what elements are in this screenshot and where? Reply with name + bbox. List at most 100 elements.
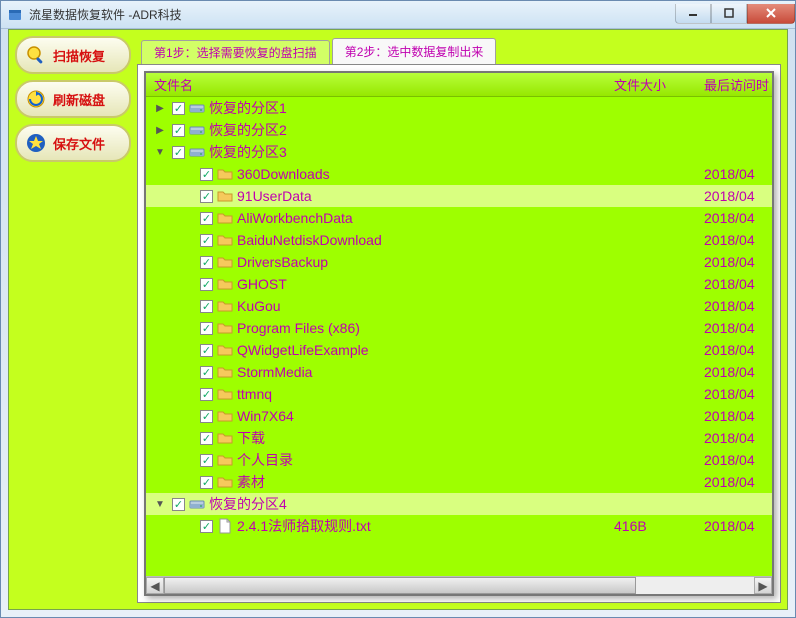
checkbox[interactable] <box>200 212 213 225</box>
checkbox[interactable] <box>172 498 185 511</box>
file-list: 文件名 文件大小 最后访问时 ▶恢复的分区1▶恢复的分区2▼恢复的分区3360D… <box>144 71 774 596</box>
column-size[interactable]: 文件大小 <box>614 75 704 94</box>
item-date: 2018/04 <box>704 452 772 468</box>
checkbox[interactable] <box>200 432 213 445</box>
tree-row[interactable]: Program Files (x86)2018/04 <box>146 317 772 339</box>
folder-icon <box>217 210 233 226</box>
tree-row[interactable]: 下载 2018/04 <box>146 427 772 449</box>
folder-icon <box>217 386 233 402</box>
item-date: 2018/04 <box>704 408 772 424</box>
item-name: ttmnq <box>237 386 614 402</box>
tree-row[interactable]: ▶恢复的分区2 <box>146 119 772 141</box>
item-date: 2018/04 <box>704 430 772 446</box>
checkbox[interactable] <box>172 124 185 137</box>
item-name: StormMedia <box>237 364 614 380</box>
checkbox[interactable] <box>200 520 213 533</box>
checkbox[interactable] <box>200 344 213 357</box>
collapse-icon[interactable]: ▼ <box>154 498 166 510</box>
expander-placeholder <box>182 322 194 334</box>
tree-row[interactable]: KuGou2018/04 <box>146 295 772 317</box>
item-date: 2018/04 <box>704 188 772 204</box>
checkbox[interactable] <box>200 168 213 181</box>
expand-icon[interactable]: ▶ <box>154 102 166 114</box>
checkbox[interactable] <box>200 366 213 379</box>
item-name: DriversBackup <box>237 254 614 270</box>
column-name[interactable]: 文件名 <box>146 75 614 94</box>
tab-panel: 文件名 文件大小 最后访问时 ▶恢复的分区1▶恢复的分区2▼恢复的分区3360D… <box>137 64 781 603</box>
tree-row[interactable]: DriversBackup 2018/04 <box>146 251 772 273</box>
star-icon <box>25 132 47 154</box>
item-date: 2018/04 <box>704 386 772 402</box>
close-button[interactable] <box>747 4 795 24</box>
sidebar: 扫描恢复 刷新磁盘 保存文件 <box>15 36 131 603</box>
scroll-left-arrow[interactable]: ◀ <box>146 577 164 594</box>
tree-row[interactable]: ▶恢复的分区1 <box>146 97 772 119</box>
titlebar[interactable]: 流星数据恢复软件 -ADR科技 <box>1 1 795 29</box>
tree-row[interactable]: StormMedia2018/04 <box>146 361 772 383</box>
tree-row[interactable]: BaiduNetdiskDownload2018/04 <box>146 229 772 251</box>
file-icon <box>217 518 233 534</box>
checkbox[interactable] <box>200 256 213 269</box>
minimize-button[interactable] <box>675 4 711 24</box>
checkbox[interactable] <box>172 146 185 159</box>
expander-placeholder <box>182 344 194 356</box>
magnifier-icon <box>25 44 47 66</box>
item-date: 2018/04 <box>704 518 772 534</box>
checkbox[interactable] <box>200 388 213 401</box>
tree-row[interactable]: QWidgetLifeExample2018/04 <box>146 339 772 361</box>
checkbox[interactable] <box>172 102 185 115</box>
tree-row[interactable]: Win7X642018/04 <box>146 405 772 427</box>
checkbox[interactable] <box>200 410 213 423</box>
tree-row[interactable]: AliWorkbenchData2018/04 <box>146 207 772 229</box>
tree-row[interactable]: GHOST2018/04 <box>146 273 772 295</box>
scan-recover-button[interactable]: 扫描恢复 <box>15 36 131 74</box>
folder-icon <box>217 364 233 380</box>
expander-placeholder <box>182 256 194 268</box>
checkbox[interactable] <box>200 476 213 489</box>
tree-row[interactable]: ▼ 恢复的分区4 <box>146 493 772 515</box>
horizontal-scrollbar[interactable]: ◀ ▶ <box>146 576 772 594</box>
column-date[interactable]: 最后访问时 <box>704 75 772 94</box>
scroll-track[interactable] <box>164 577 754 594</box>
expand-icon[interactable]: ▶ <box>154 124 166 136</box>
item-name: 2.4.1法师拾取规则.txt <box>237 516 614 536</box>
tree-row[interactable]: 素材 2018/04 <box>146 471 772 493</box>
drive-icon <box>189 144 205 160</box>
folder-icon <box>217 408 233 424</box>
refresh-disk-button[interactable]: 刷新磁盘 <box>15 80 131 118</box>
folder-icon <box>217 254 233 270</box>
folder-icon <box>217 430 233 446</box>
item-name: 下载 <box>237 428 614 448</box>
tree-row[interactable]: 2.4.1法师拾取规则.txt416B2018/04 <box>146 515 772 537</box>
collapse-icon[interactable]: ▼ <box>154 146 166 158</box>
tab-step2-label: 第2步：选中数据复制出来 <box>345 43 484 60</box>
item-name: 素材 <box>237 472 614 492</box>
tree-row[interactable]: 个人目录 2018/04 <box>146 449 772 471</box>
item-date: 2018/04 <box>704 474 772 490</box>
save-file-label: 保存文件 <box>53 134 105 153</box>
item-name: 恢复的分区4 <box>209 494 614 514</box>
tree-row[interactable]: ttmnq 2018/04 <box>146 383 772 405</box>
tab-step1[interactable]: 第1步：选择需要恢复的盘扫描 <box>141 40 330 64</box>
save-file-button[interactable]: 保存文件 <box>15 124 131 162</box>
item-name: 个人目录 <box>237 450 614 470</box>
tree-row[interactable]: 91UserData2018/04 <box>146 185 772 207</box>
checkbox[interactable] <box>200 190 213 203</box>
checkbox[interactable] <box>200 300 213 313</box>
tab-step2[interactable]: 第2步：选中数据复制出来 <box>332 38 497 64</box>
tree-row[interactable]: ▼恢复的分区3 <box>146 141 772 163</box>
tab-step1-label: 第1步：选择需要恢复的盘扫描 <box>154 44 317 61</box>
tree-row[interactable]: 360Downloads2018/04 <box>146 163 772 185</box>
checkbox[interactable] <box>200 322 213 335</box>
list-body[interactable]: ▶恢复的分区1▶恢复的分区2▼恢复的分区3360Downloads2018/04… <box>146 97 772 576</box>
maximize-button[interactable] <box>711 4 747 24</box>
checkbox[interactable] <box>200 234 213 247</box>
folder-icon <box>217 188 233 204</box>
scroll-right-arrow[interactable]: ▶ <box>754 577 772 594</box>
checkbox[interactable] <box>200 278 213 291</box>
scroll-thumb[interactable] <box>164 577 636 594</box>
checkbox[interactable] <box>200 454 213 467</box>
item-date: 2018/04 <box>704 276 772 292</box>
window-title: 流星数据恢复软件 -ADR科技 <box>29 6 675 23</box>
item-date: 2018/04 <box>704 254 772 270</box>
